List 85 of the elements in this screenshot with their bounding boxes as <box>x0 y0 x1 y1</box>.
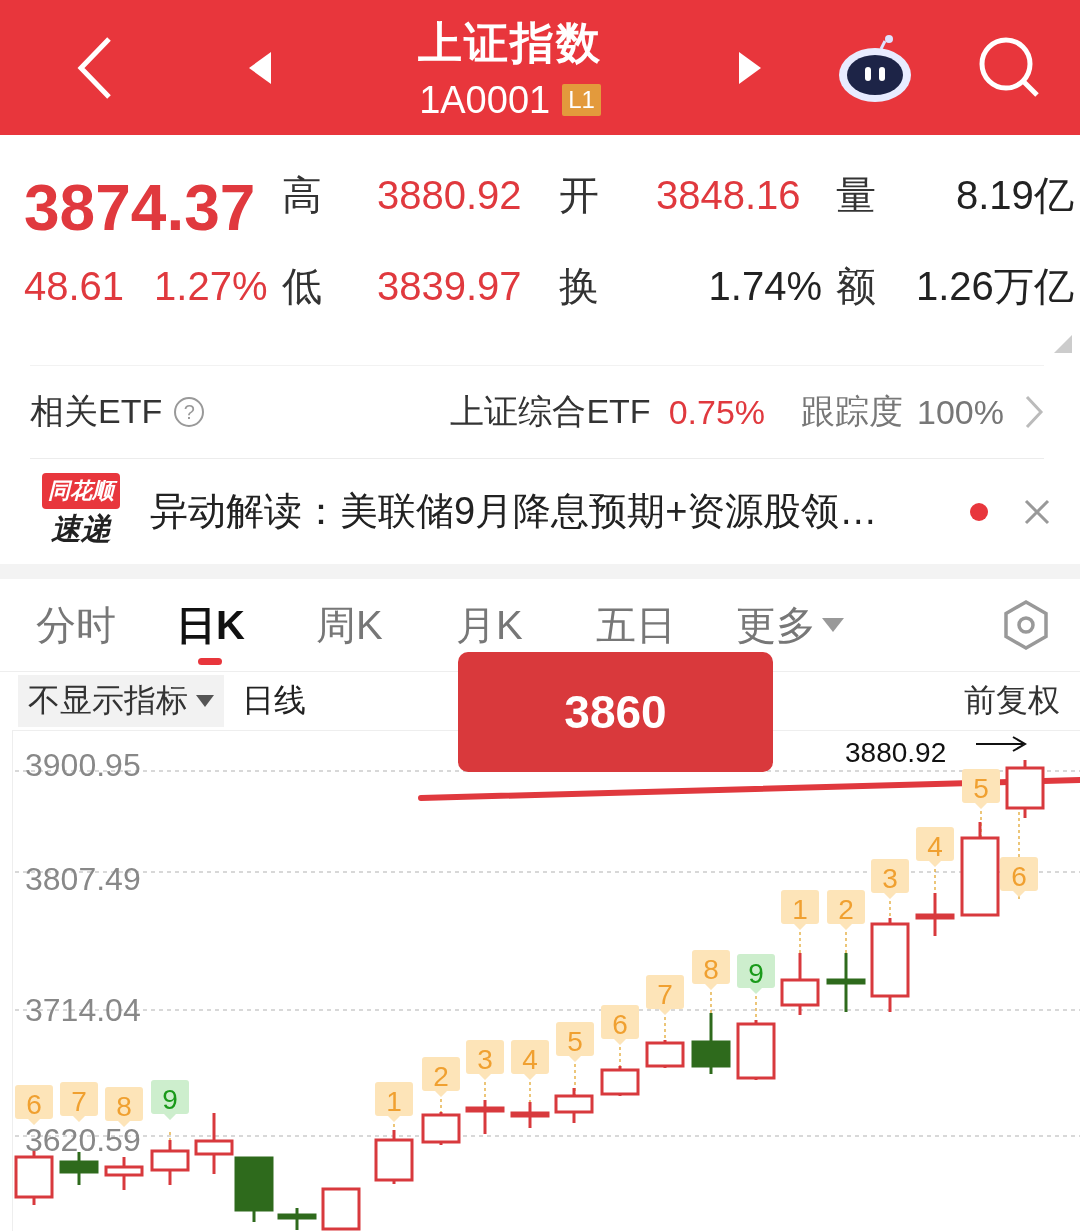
etf-change: 0.75% <box>668 392 766 432</box>
price-change: 48.61 <box>24 263 125 309</box>
candle <box>554 1088 594 1123</box>
candle <box>780 953 820 1015</box>
stat-value: 3848.16 <box>656 172 802 218</box>
count-marker: 3 <box>466 1040 504 1080</box>
count-marker: 1 <box>781 890 819 930</box>
count-marker: 2 <box>422 1057 460 1097</box>
previous-icon[interactable] <box>247 49 273 86</box>
candle <box>510 1102 550 1128</box>
axis-label: 3807.49 <box>25 861 141 897</box>
indicator-dropdown[interactable]: 不显示指标 <box>18 675 224 727</box>
count-marker: 6 <box>1000 857 1038 897</box>
count-marker: 1 <box>375 1082 413 1122</box>
count-marker: 4 <box>916 827 954 867</box>
candle <box>194 1113 234 1174</box>
etf-name[interactable]: 上证综合ETF <box>450 389 651 435</box>
candle <box>14 1150 54 1205</box>
high-price-label: 3880.92 <box>845 737 947 768</box>
caret-icon <box>196 695 214 707</box>
count-marker: 9 <box>737 954 775 994</box>
count-marker: 8 <box>105 1087 143 1127</box>
candle <box>421 1112 461 1145</box>
stat-label: 量 <box>836 171 877 219</box>
candle <box>321 1187 361 1231</box>
close-icon[interactable] <box>1024 498 1050 525</box>
stat-label: 换 <box>559 262 600 310</box>
etf-label: 相关ETF <box>30 391 163 432</box>
candle <box>826 953 866 1012</box>
candle <box>59 1152 99 1185</box>
count-marker: 6 <box>601 1005 639 1045</box>
count-marker: 6 <box>15 1085 53 1125</box>
count-marker: 3 <box>871 859 909 899</box>
stat-label: 高 <box>282 171 323 219</box>
count-marker: 7 <box>60 1082 98 1122</box>
candle <box>374 1130 414 1184</box>
candle <box>1005 760 1045 818</box>
candle <box>104 1157 144 1190</box>
settings-icon[interactable] <box>1002 599 1050 651</box>
stat-label: 低 <box>282 262 323 310</box>
logo-text: 速递 <box>51 511 111 547</box>
candle <box>915 893 955 936</box>
adjust-option[interactable]: 前复权 <box>964 679 1060 723</box>
stat-value: 1.74% <box>707 263 823 309</box>
tracking-label: 跟踪度 <box>801 391 904 432</box>
count-marker: 9 <box>151 1080 189 1120</box>
robot-icon[interactable] <box>837 32 913 103</box>
period-label: 日线 <box>242 681 306 720</box>
count-marker: 2 <box>827 890 865 930</box>
logo-text: 同花顺 <box>42 473 120 509</box>
candle <box>277 1208 317 1230</box>
stat-label: 额 <box>836 262 877 310</box>
stat-value: 8.19亿 <box>955 171 1075 219</box>
axis-label: 3714.04 <box>25 992 141 1028</box>
price-overlay: 3860 <box>458 652 773 772</box>
help-icon[interactable]: ? <box>174 397 205 427</box>
candle <box>150 1140 190 1185</box>
count-marker: 8 <box>692 950 730 990</box>
level-badge: L1 <box>562 84 601 116</box>
index-title: 上证指数 <box>418 16 602 69</box>
chart-tab[interactable]: 分时 <box>36 579 176 671</box>
candle <box>645 1040 685 1068</box>
count-marker: 5 <box>556 1022 594 1062</box>
last-price: 3874.37 <box>24 171 257 246</box>
index-code: 1A0001 <box>419 78 551 122</box>
chart-tab[interactable]: 周K <box>316 579 456 671</box>
stat-value: 3839.97 <box>377 263 523 309</box>
stat-label: 开 <box>559 171 600 219</box>
next-icon[interactable] <box>737 49 763 86</box>
stat-value: 3880.92 <box>377 172 523 218</box>
chart-tab[interactable]: 日K <box>176 579 316 671</box>
news-headline[interactable]: 异动解读：美联储9月降息预期+资源股领… <box>150 486 950 537</box>
candle <box>465 1100 505 1134</box>
candle <box>691 1013 731 1074</box>
candle <box>600 1066 640 1096</box>
arrow-icon <box>975 736 1027 752</box>
tracking-value: 100% <box>917 392 1004 432</box>
candle <box>736 1020 776 1080</box>
change-percent: 1.27% <box>154 263 268 309</box>
candle <box>234 1156 274 1222</box>
axis-label: 3900.95 <box>25 747 141 783</box>
count-marker: 7 <box>646 975 684 1015</box>
count-marker: 5 <box>962 769 1000 809</box>
stat-value: 1.26万亿 <box>916 262 1075 310</box>
count-marker: 4 <box>511 1040 549 1080</box>
